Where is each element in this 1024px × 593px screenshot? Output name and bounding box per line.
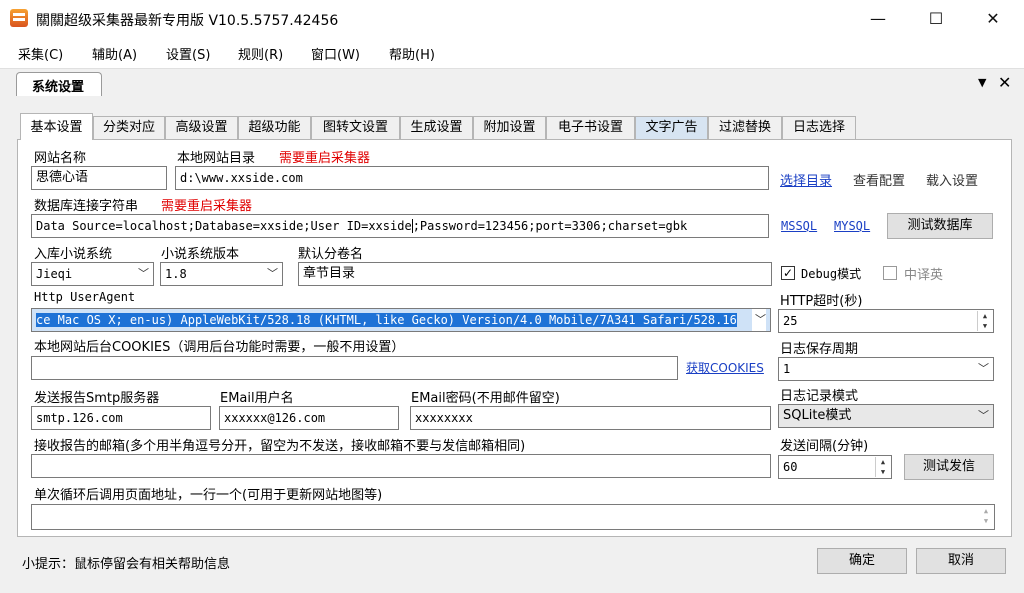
cookies-input[interactable] (31, 356, 678, 380)
load-settings-button[interactable]: 载入设置 (926, 170, 978, 189)
document-tab-strip (0, 68, 1024, 97)
test-database-button[interactable]: 测试数据库 (887, 213, 993, 239)
mysql-link[interactable]: MYSQL (834, 219, 870, 233)
site-dir-restart-note: 需要重启采集器 (279, 151, 371, 166)
select-dir-link[interactable]: 选择目录 (780, 170, 832, 189)
novel-version-value: 1.8 (165, 267, 187, 281)
novel-system-select[interactable]: Jieqi ﹀ (31, 262, 154, 286)
chevron-down-icon: ﹀ (978, 362, 989, 375)
tab-additional[interactable]: 附加设置 (473, 116, 546, 139)
menu-help[interactable]: 帮助(H) (389, 44, 435, 63)
debug-checkbox[interactable]: ✓ (781, 266, 795, 280)
scrollbar-arrows-icon[interactable]: ▲ ▼ (979, 506, 993, 528)
site-dir-input[interactable]: d:\www.xxside.com (175, 166, 769, 190)
view-config-button[interactable]: 查看配置 (853, 170, 905, 189)
tab-filter-replace[interactable]: 过滤替换 (708, 116, 782, 139)
novel-version-select[interactable]: 1.8 ﹀ (160, 262, 283, 286)
send-interval-input[interactable]: 60 ▲ ▼ (778, 455, 892, 479)
db-connection-label: 数据库连接字符串 (34, 199, 139, 214)
cn-en-checkbox[interactable] (883, 266, 897, 280)
http-timeout-input[interactable]: 25 ▲ ▼ (778, 309, 994, 333)
tab-text-ads[interactable]: 文字广告 (635, 116, 708, 139)
default-volume-label: 默认分卷名 (298, 247, 364, 262)
loop-url-textarea[interactable]: ▲ ▼ (31, 504, 995, 530)
document-tab-label: 系统设置 (32, 80, 85, 95)
tab-ebook[interactable]: 电子书设置 (546, 116, 635, 139)
site-dir-label: 本地网站目录 (177, 151, 256, 166)
test-send-button[interactable]: 测试发信 (904, 454, 994, 480)
user-agent-select[interactable]: ce Mac OS X; en-us) AppleWebKit/528.18 (… (31, 308, 771, 332)
db-connection-value-part1: Data Source=localhost;Database=xxside;Us… (36, 219, 412, 233)
hint-text: 小提示：鼠标停留会有相关帮助信息 (22, 557, 231, 572)
send-interval-value: 60 (783, 460, 798, 474)
close-tab-icon[interactable]: ✕ (998, 73, 1011, 92)
chevron-down-icon: ﹀ (978, 409, 989, 422)
log-mode-label: 日志记录模式 (780, 389, 859, 404)
chevron-down-icon: ﹀ (138, 267, 149, 280)
email-user-label: EMail用户名 (220, 391, 294, 406)
cn-en-label: 中译英 (904, 268, 944, 283)
email-user-input[interactable]: xxxxxx@126.com (219, 406, 399, 430)
app-icon (10, 9, 28, 27)
cancel-button[interactable]: 取消 (916, 548, 1006, 574)
maximize-button[interactable]: ☐ (913, 0, 959, 38)
tab-generate[interactable]: 生成设置 (400, 116, 473, 139)
get-cookies-link[interactable]: 获取COOKIES (686, 359, 764, 376)
close-window-button[interactable]: ✕ (970, 0, 1016, 38)
log-period-select[interactable]: 1 ﹀ (778, 357, 994, 381)
menu-collect[interactable]: 采集(C) (18, 44, 63, 63)
cookies-label: 本地网站后台COOKIES（调用后台功能时需要，一般不用设置） (34, 340, 405, 355)
menu-bar (0, 38, 1024, 68)
log-mode-value: SQLite模式 (783, 408, 852, 423)
menu-settings[interactable]: 设置(S) (166, 44, 210, 63)
debug-label: Debug模式 (801, 267, 862, 281)
chevron-down-icon: ﹀ (267, 267, 278, 280)
receivers-label: 接收报告的邮箱(多个用半角逗号分开，留空为不发送，接收邮箱不要与发信邮箱相同) (34, 439, 526, 454)
mssql-link[interactable]: MSSQL (781, 219, 817, 233)
tab-advanced[interactable]: 高级设置 (165, 116, 238, 139)
user-agent-value: ce Mac OS X; en-us) AppleWebKit/528.18 (… (36, 313, 737, 327)
novel-system-value: Jieqi (36, 267, 73, 281)
http-timeout-label: HTTP超时(秒) (780, 294, 863, 309)
site-name-input[interactable]: 思德心语 (31, 166, 167, 190)
db-restart-note: 需要重启采集器 (161, 199, 253, 214)
tab-category-map[interactable]: 分类对应 (93, 116, 165, 139)
menu-window[interactable]: 窗口(W) (311, 44, 360, 63)
log-period-value: 1 (783, 362, 791, 376)
log-mode-select[interactable]: SQLite模式 ﹀ (778, 404, 994, 428)
novel-version-label: 小说系统版本 (161, 247, 240, 262)
tab-log-select[interactable]: 日志选择 (782, 116, 856, 139)
smtp-server-input[interactable]: smtp.126.com (31, 406, 211, 430)
spinner-arrows-icon[interactable]: ▲ ▼ (875, 457, 890, 477)
send-interval-label: 发送间隔(分钟) (780, 439, 869, 454)
receivers-input[interactable] (31, 454, 771, 478)
default-volume-input[interactable]: 章节目录 (298, 262, 772, 286)
loop-url-label: 单次循环后调用页面地址，一行一个(可用于更新网站地图等) (34, 488, 383, 503)
http-timeout-value: 25 (783, 314, 798, 328)
chevron-down-icon: ﹀ (752, 309, 766, 331)
tab-basic[interactable]: 基本设置 (20, 113, 93, 140)
site-name-label: 网站名称 (34, 151, 87, 166)
spinner-arrows-icon[interactable]: ▲ ▼ (977, 311, 992, 331)
tab-super[interactable]: 超级功能 (238, 116, 311, 139)
db-connection-value-part2: ;Password=123456;port=3306;charset=gbk (411, 219, 688, 233)
novel-system-label: 入库小说系统 (34, 247, 113, 262)
smtp-server-label: 发送报告Smtp服务器 (34, 391, 160, 406)
ok-button[interactable]: 确定 (817, 548, 907, 574)
log-period-label: 日志保存周期 (780, 342, 859, 357)
menu-assist[interactable]: 辅助(A) (92, 44, 137, 63)
window-title: 關關超级采集器最新专用版 V10.5.5757.42456 (36, 13, 339, 29)
user-agent-label: Http UserAgent (34, 290, 136, 304)
db-connection-input[interactable]: Data Source=localhost;Database=xxside;Us… (31, 214, 769, 238)
tab-image-to-text[interactable]: 图转文设置 (311, 116, 400, 139)
email-password-label: EMail密码(不用邮件留空) (411, 391, 560, 406)
email-password-input[interactable]: xxxxxxxx (410, 406, 771, 430)
menu-rules[interactable]: 规则(R) (238, 44, 283, 63)
tab-menu-arrow-icon[interactable]: ▼ (978, 76, 986, 89)
minimize-button[interactable]: — (855, 0, 901, 38)
